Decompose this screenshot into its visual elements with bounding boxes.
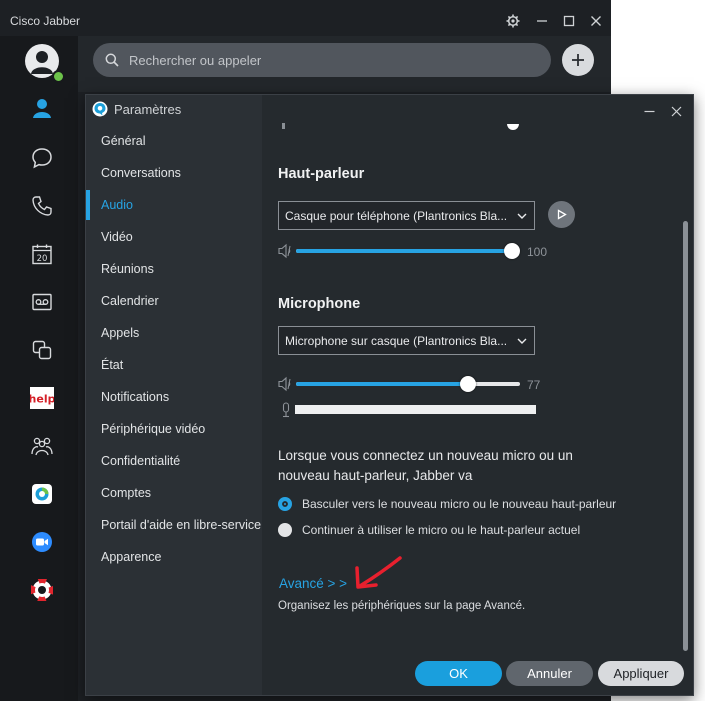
nav-item-calendar[interactable]: Calendrier: [86, 286, 262, 316]
vertical-scrollbar[interactable]: [683, 221, 688, 651]
phone-icon[interactable]: [22, 189, 62, 223]
nav-item-general[interactable]: Général: [86, 126, 262, 156]
nav-item-status[interactable]: État: [86, 350, 262, 380]
title-bar: Cisco Jabber: [0, 0, 611, 36]
dialog-close-icon[interactable]: [662, 99, 690, 123]
contacts-icon[interactable]: [22, 91, 62, 125]
radio-switch-label: Basculer vers le nouveau micro ou le nou…: [302, 497, 617, 511]
radio-selected-indicator: [278, 497, 292, 511]
nav-item-accounts[interactable]: Comptes: [86, 478, 262, 508]
radio-keep-current-device[interactable]: Continuer à utiliser le micro ou le haut…: [278, 523, 580, 537]
radio-unselected-indicator: [278, 523, 292, 537]
speaker-volume-knob[interactable]: [504, 243, 520, 259]
help-label: help: [30, 393, 54, 406]
calendar-icon[interactable]: 20: [22, 237, 62, 271]
zoom-video-icon[interactable]: [22, 525, 62, 559]
settings-navigation: Paramètres Général Conversations Audio V…: [86, 95, 262, 695]
new-device-description: Lorsque vous connectez un nouveau micro …: [278, 448, 573, 483]
audio-settings-panel: Haut-parleur Casque pour téléphone (Plan…: [262, 95, 693, 695]
speaker-volume-icon: [278, 243, 291, 259]
cancel-button[interactable]: Annuler: [506, 661, 593, 686]
microphone-input-level-meter: [295, 405, 536, 414]
help-icon[interactable]: help: [22, 381, 62, 415]
voicemail-icon[interactable]: [22, 285, 62, 319]
speaker-volume-slider[interactable]: [296, 243, 520, 259]
microphone-device-select[interactable]: Microphone sur casque (Plantronics Bla..…: [278, 326, 535, 355]
advanced-description: Organisez les périphériques sur la page …: [278, 600, 526, 612]
microphone-level-icon: [282, 402, 290, 418]
plus-icon: [572, 54, 584, 66]
radio-switch-to-new-device[interactable]: Basculer vers le nouveau micro ou le nou…: [278, 497, 616, 511]
nav-item-audio[interactable]: Audio: [86, 190, 262, 220]
speaker-heading: Haut-parleur: [278, 166, 365, 182]
clipped-icon-fragment: [282, 123, 285, 129]
nav-item-video[interactable]: Vidéo: [86, 222, 262, 252]
speaker-test-play-button[interactable]: [548, 201, 575, 228]
maximize-icon[interactable]: [556, 8, 582, 34]
microphone-volume-slider[interactable]: [296, 376, 520, 392]
search-box[interactable]: [93, 43, 551, 77]
presence-status-dot: [52, 70, 65, 83]
nav-item-self-service-portal[interactable]: Portail d'aide en libre-service: [86, 510, 262, 540]
search-input[interactable]: [127, 51, 531, 69]
microphone-device-value: Microphone sur casque (Plantronics Bla..…: [285, 333, 508, 348]
microphone-volume-fill: [296, 382, 469, 386]
nav-item-calls[interactable]: Appels: [86, 318, 262, 348]
nav-item-appearance[interactable]: Apparence: [86, 542, 262, 572]
close-icon[interactable]: [583, 8, 609, 34]
community-icon[interactable]: [22, 429, 62, 463]
nav-item-meetings[interactable]: Réunions: [86, 254, 262, 284]
ok-button[interactable]: OK: [415, 661, 502, 686]
apply-button[interactable]: Appliquer: [598, 661, 684, 686]
settings-gear-icon[interactable]: [500, 8, 526, 34]
speaker-device-select[interactable]: Casque pour téléphone (Plantronics Bla..…: [278, 201, 535, 230]
play-icon: [557, 209, 567, 220]
settings-title-bar: Paramètres: [92, 101, 181, 117]
microphone-volume-value: 77: [527, 378, 541, 392]
speaker-volume-value: 100: [527, 245, 548, 259]
microphone-volume-knob[interactable]: [460, 376, 477, 392]
dialog-minimize-icon[interactable]: [635, 99, 663, 123]
minimize-icon[interactable]: [529, 8, 555, 34]
app-launcher-icon[interactable]: [22, 477, 62, 511]
nav-item-notifications[interactable]: Notifications: [86, 382, 262, 412]
app-title: Cisco Jabber: [10, 14, 81, 28]
jabber-logo-icon: [92, 101, 108, 117]
chat-icon[interactable]: [22, 141, 62, 175]
nav-item-privacy[interactable]: Confidentialité: [86, 446, 262, 476]
left-navigation-rail: 20 help: [0, 36, 78, 701]
speaker-volume-fill: [296, 249, 512, 253]
chevron-down-icon: [510, 213, 534, 219]
lifebuoy-support-icon[interactable]: [22, 573, 62, 607]
add-button[interactable]: [562, 44, 594, 76]
clipped-slider-knob: [507, 124, 519, 130]
radio-keep-label: Continuer à utiliser le micro ou le haut…: [302, 523, 581, 537]
advanced-link[interactable]: Avancé > >: [279, 576, 347, 591]
speaker-device-value: Casque pour téléphone (Plantronics Bla..…: [285, 208, 508, 223]
microphone-heading: Microphone: [278, 296, 361, 312]
settings-dialog: Paramètres Général Conversations Audio V…: [85, 94, 694, 696]
calendar-day-number: 20: [37, 254, 48, 264]
chevron-down-icon: [510, 338, 534, 344]
search-bar-area: [78, 36, 611, 92]
nav-item-conversations[interactable]: Conversations: [86, 158, 262, 188]
search-icon: [105, 53, 119, 67]
annotation-arrow-icon: [355, 556, 402, 589]
microphone-volume-icon: [278, 376, 291, 392]
nav-item-video-device[interactable]: Périphérique vidéo: [86, 414, 262, 444]
meetings-icon[interactable]: [22, 333, 62, 367]
settings-title: Paramètres: [114, 101, 182, 117]
